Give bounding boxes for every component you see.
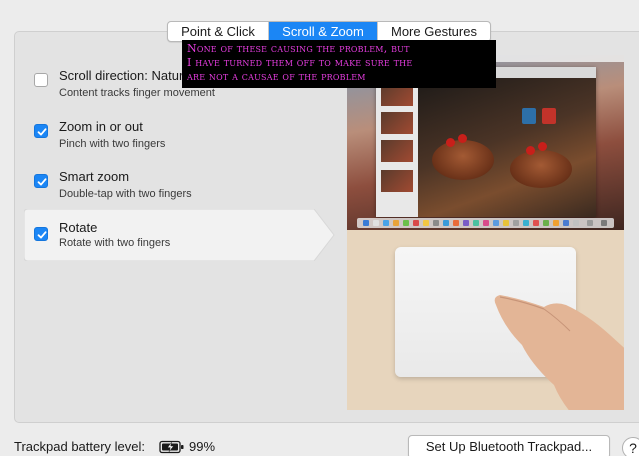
- preview-photos-window: [376, 67, 596, 217]
- option-smart-zoom[interactable]: Smart zoom Double-tap with two fingers: [24, 163, 314, 214]
- preview-cup: [542, 108, 556, 124]
- preview-strawberry: [538, 142, 547, 151]
- help-button[interactable]: ?: [622, 437, 639, 456]
- tab-point-and-click[interactable]: Point & Click: [168, 22, 269, 41]
- option-title: Smart zoom: [59, 169, 130, 184]
- preview-thumbnail: [381, 112, 413, 134]
- checkbox-smart-zoom[interactable]: [34, 174, 48, 188]
- annotation-line: are not a causae of the problem: [187, 70, 366, 83]
- tab-scroll-and-zoom[interactable]: Scroll & Zoom: [269, 22, 378, 41]
- option-rotate[interactable]: Rotate Rotate with two fingers: [24, 209, 314, 261]
- option-subtitle: Rotate with two fingers: [59, 237, 171, 249]
- battery-level-label: Trackpad battery level:: [14, 439, 146, 454]
- checkbox-rotate[interactable]: [34, 227, 48, 241]
- battery-charging-icon: [159, 440, 184, 454]
- option-subtitle: Content tracks finger movement: [59, 87, 215, 99]
- checkmark-icon: [37, 128, 47, 136]
- option-zoom-in-out[interactable]: Zoom in or out Pinch with two fingers: [24, 113, 314, 164]
- checkmark-icon: [37, 231, 47, 239]
- tab-more-gestures[interactable]: More Gestures: [378, 22, 490, 41]
- checkbox-zoom-in-out[interactable]: [34, 124, 48, 138]
- preview-dock: [357, 218, 614, 228]
- preview-thumbnail: [381, 140, 413, 162]
- battery-percentage: 99%: [189, 439, 216, 454]
- gesture-preview-video: [347, 55, 624, 410]
- preview-thumbnail-sidebar: [376, 78, 418, 217]
- preview-photo: [418, 78, 596, 217]
- option-title: Zoom in or out: [59, 119, 143, 134]
- checkmark-icon: [37, 178, 47, 186]
- preview-hand: [494, 295, 624, 410]
- option-subtitle: Double-tap with two fingers: [59, 188, 192, 200]
- preview-strawberry: [526, 146, 535, 155]
- checkbox-scroll-direction[interactable]: [34, 73, 48, 87]
- preview-bowl: [432, 140, 494, 180]
- preview-thumbnail: [381, 170, 413, 192]
- preview-bowl: [510, 150, 572, 188]
- setup-bluetooth-trackpad-button[interactable]: Set Up Bluetooth Trackpad...: [408, 435, 610, 456]
- option-title: Rotate: [59, 220, 98, 235]
- annotation-line: None of these causing the problem, but: [187, 42, 410, 55]
- tab-bar: Point & Click Scroll & Zoom More Gesture…: [167, 21, 491, 42]
- option-title: Scroll direction: Natural: [59, 68, 194, 83]
- option-subtitle: Pinch with two fingers: [59, 138, 166, 150]
- preview-strawberry: [446, 138, 455, 147]
- annotation-line: I have turned them off to make sure the: [187, 56, 413, 69]
- user-annotation-note: None of these causing the problem, but I…: [182, 40, 496, 88]
- preview-strawberry: [458, 134, 467, 143]
- preview-cup: [522, 108, 536, 124]
